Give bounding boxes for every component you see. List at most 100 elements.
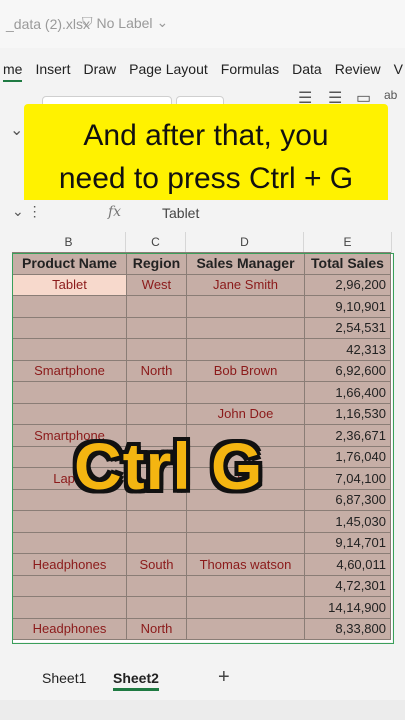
table-cell[interactable] <box>126 295 187 318</box>
formula-bar: ⌄ ⋮ fx Tablet <box>0 200 405 226</box>
table-cell[interactable] <box>12 402 127 425</box>
table-cell[interactable]: 9,10,901 <box>304 295 391 318</box>
table-cell[interactable]: John Doe <box>186 402 305 425</box>
chevron-down-icon[interactable]: ⌄ <box>10 120 23 140</box>
file-name: _data (2).xlsx <box>6 16 91 32</box>
table-cell[interactable]: 7,04,100 <box>304 467 391 490</box>
table-cell[interactable]: 2,96,200 <box>304 273 391 296</box>
title-bar: _data (2).xlsx ⛉ No Label ⌄ <box>0 0 405 48</box>
table-cell[interactable] <box>126 596 187 619</box>
table-cell[interactable]: Thomas watson <box>186 553 305 576</box>
header-cell[interactable]: Product Name <box>12 252 127 275</box>
column-header-c[interactable]: C <box>126 232 186 252</box>
table-cell[interactable] <box>186 295 305 318</box>
table-row: Smartphone North Bob Brown 6,92,600 <box>12 359 391 382</box>
table-cell[interactable] <box>126 402 187 425</box>
table-cell[interactable] <box>186 617 305 640</box>
wrap-text-icon[interactable]: ab <box>384 88 397 102</box>
table-cell[interactable]: North <box>126 359 187 382</box>
table-cell[interactable]: 1,16,530 <box>304 402 391 425</box>
table-row: Headphones South Thomas watson 4,60,011 <box>12 553 391 576</box>
menu-data[interactable]: Data <box>292 56 322 82</box>
table-cell[interactable]: 6,87,300 <box>304 488 391 511</box>
table-cell[interactable]: 42,313 <box>304 338 391 361</box>
table-cell[interactable] <box>12 295 127 318</box>
instruction-banner: And after that, you need to press Ctrl +… <box>24 104 388 210</box>
column-header-e[interactable]: E <box>304 232 392 252</box>
add-sheet-button[interactable]: + <box>218 666 230 689</box>
table-row: 9,10,901 <box>12 295 391 318</box>
table-cell[interactable]: 9,14,701 <box>304 531 391 554</box>
active-cell[interactable]: Tablet <box>12 273 127 296</box>
table-cell[interactable] <box>126 316 187 339</box>
table-cell[interactable] <box>12 596 127 619</box>
table-cell[interactable]: 1,76,040 <box>304 445 391 468</box>
table-cell[interactable]: 14,14,900 <box>304 596 391 619</box>
header-cell[interactable]: Region <box>126 252 187 275</box>
table-cell[interactable] <box>126 381 187 404</box>
shortcut-overlay-text: Ctrl G <box>74 429 264 503</box>
table-row: 9,14,701 <box>12 531 391 554</box>
table-cell[interactable] <box>126 510 187 533</box>
table-row: 1,66,400 <box>12 381 391 404</box>
table-cell[interactable] <box>12 338 127 361</box>
table-cell[interactable]: West <box>126 273 187 296</box>
table-cell[interactable] <box>126 574 187 597</box>
name-box-chevron-icon[interactable]: ⌄ ⋮ <box>12 203 42 220</box>
menu-formulas[interactable]: Formulas <box>221 56 279 82</box>
instruction-line-1: And after that, you <box>83 119 329 152</box>
table-cell[interactable] <box>12 316 127 339</box>
table-cell[interactable] <box>186 381 305 404</box>
tab-sheet1[interactable]: Sheet1 <box>42 670 86 686</box>
table-cell[interactable]: Bob Brown <box>186 359 305 382</box>
chevron-down-icon: ⌄ <box>156 14 169 30</box>
instruction-line-2: need to press Ctrl + G <box>58 162 354 195</box>
table-cell[interactable]: 2,54,531 <box>304 316 391 339</box>
header-cell[interactable]: Total Sales <box>304 252 391 275</box>
menu-insert[interactable]: Insert <box>35 56 70 82</box>
table-cell[interactable] <box>12 510 127 533</box>
menu-home[interactable]: me <box>3 56 23 82</box>
table-cell[interactable]: 1,66,400 <box>304 381 391 404</box>
table-cell[interactable]: 4,60,011 <box>304 553 391 576</box>
table-cell[interactable]: 1,45,030 <box>304 510 391 533</box>
menu-view[interactable]: V <box>394 56 403 82</box>
table-cell[interactable]: Jane Smith <box>186 273 305 296</box>
menu-bar: me Insert Draw Page Layout Formulas Data… <box>0 56 405 82</box>
table-cell[interactable]: Smartphone <box>12 359 127 382</box>
table-cell[interactable]: North <box>126 617 187 640</box>
table-cell[interactable]: Headphones <box>12 553 127 576</box>
table-cell[interactable] <box>12 574 127 597</box>
table-cell[interactable]: 8,33,800 <box>304 617 391 640</box>
column-headers: B C D E <box>12 232 392 253</box>
menu-draw[interactable]: Draw <box>83 56 116 82</box>
table-cell[interactable] <box>186 316 305 339</box>
table-cell[interactable]: Headphones <box>12 617 127 640</box>
function-icon[interactable]: fx <box>108 204 121 220</box>
table-cell[interactable] <box>186 531 305 554</box>
table-cell[interactable] <box>126 338 187 361</box>
table-cell[interactable] <box>186 510 305 533</box>
header-cell[interactable]: Sales Manager <box>186 252 305 275</box>
table-cell[interactable] <box>12 531 127 554</box>
table-row: 42,313 <box>12 338 391 361</box>
table-cell[interactable]: South <box>126 553 187 576</box>
sensitivity-label-text: No Label <box>96 14 153 31</box>
menu-review[interactable]: Review <box>335 56 381 82</box>
menu-page-layout[interactable]: Page Layout <box>129 56 208 82</box>
table-row: Headphones North 8,33,800 <box>12 617 391 640</box>
tab-sheet2[interactable]: Sheet2 <box>113 670 159 691</box>
table-cell[interactable]: 6,92,600 <box>304 359 391 382</box>
table-cell[interactable] <box>12 381 127 404</box>
table-cell[interactable]: 4,72,301 <box>304 574 391 597</box>
sensitivity-label[interactable]: ⛉ No Label ⌄ <box>82 14 168 31</box>
table-cell[interactable]: 2,36,671 <box>304 424 391 447</box>
column-header-b[interactable]: B <box>12 232 126 252</box>
table-cell[interactable] <box>186 574 305 597</box>
table-cell[interactable] <box>186 338 305 361</box>
table-cell[interactable] <box>126 531 187 554</box>
formula-input[interactable]: Tablet <box>162 205 199 221</box>
table-row: 1,45,030 <box>12 510 391 533</box>
column-header-d[interactable]: D <box>186 232 304 252</box>
table-cell[interactable] <box>186 596 305 619</box>
